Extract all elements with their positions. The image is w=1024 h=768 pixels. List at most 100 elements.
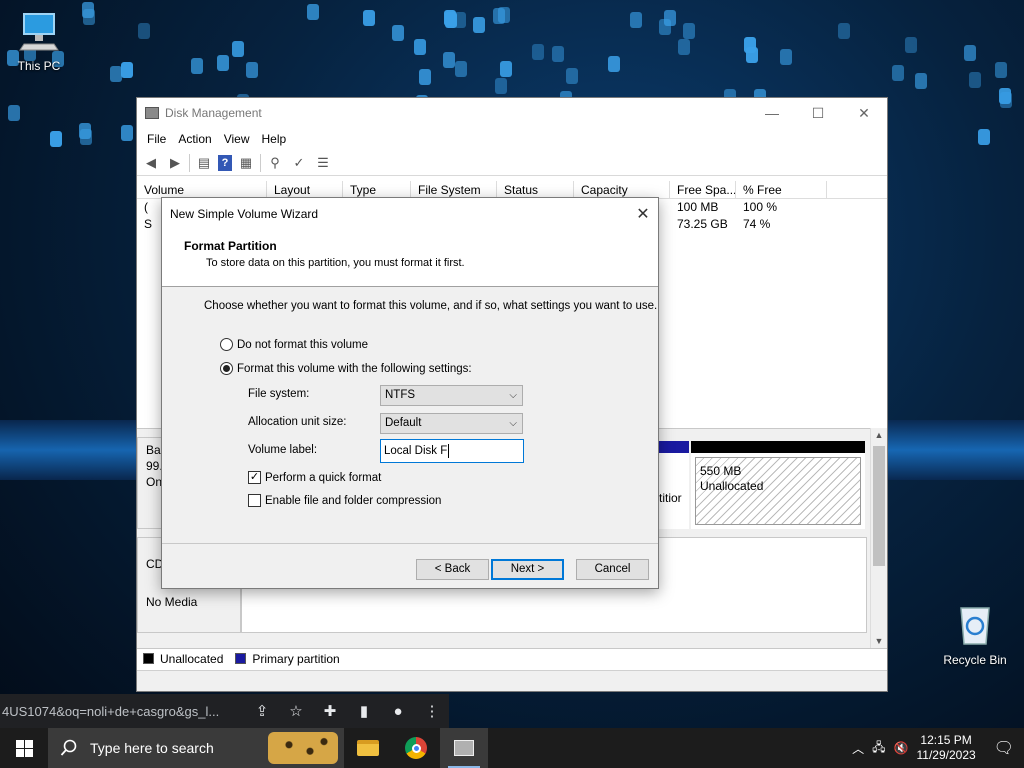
back-arrow-icon[interactable]: ◀ bbox=[141, 154, 161, 172]
taskbar-search[interactable]: Type here to search bbox=[48, 728, 344, 768]
quick-format-checkbox[interactable]: ✓ Perform a quick format bbox=[248, 471, 381, 484]
wallpaper-dot bbox=[493, 8, 505, 24]
column-header-percent-free[interactable]: % Free bbox=[736, 181, 827, 198]
scrollbar-thumb[interactable] bbox=[873, 446, 885, 566]
menu-action[interactable]: Action bbox=[172, 132, 217, 146]
column-header-layout[interactable]: Layout bbox=[267, 181, 343, 198]
close-button[interactable]: ✕ bbox=[841, 98, 887, 128]
checkbox-unchecked[interactable] bbox=[248, 494, 261, 507]
unallocated-hatch: 550 MB Unallocated bbox=[695, 457, 861, 525]
desktop-icon-this-pc[interactable]: This PC bbox=[4, 10, 74, 73]
wallpaper-dot bbox=[683, 23, 695, 39]
forward-arrow-icon[interactable]: ▶ bbox=[165, 154, 185, 172]
column-header-volume[interactable]: Volume bbox=[137, 181, 267, 198]
scroll-down-icon[interactable]: ▼ bbox=[871, 636, 887, 646]
radio-circle-selected[interactable] bbox=[220, 362, 233, 375]
properties-icon[interactable]: ▤ bbox=[194, 154, 214, 172]
column-header-status[interactable]: Status bbox=[497, 181, 574, 198]
wizard-close-button[interactable]: ✕ bbox=[628, 204, 658, 224]
wizard-subheading: To store data on this partition, you mus… bbox=[206, 257, 465, 269]
wallpaper-dot bbox=[444, 10, 456, 26]
wizard-body: Choose whether you want to format this v… bbox=[162, 288, 658, 533]
new-simple-volume-wizard: New Simple Volume Wizard ✕ Format Partit… bbox=[161, 197, 659, 589]
taskbar-chrome[interactable] bbox=[392, 728, 440, 768]
wizard-heading: Format Partition bbox=[184, 239, 277, 253]
radio-format-volume[interactable]: Format this volume with the following se… bbox=[220, 362, 472, 375]
more-menu-icon[interactable]: ⋮ bbox=[415, 702, 449, 720]
radio-do-not-format[interactable]: Do not format this volume bbox=[220, 338, 368, 351]
wallpaper-dot bbox=[443, 52, 455, 68]
chevron-down-icon: ⌵ bbox=[509, 390, 517, 401]
wallpaper-dot bbox=[552, 46, 564, 62]
column-header-capacity[interactable]: Capacity bbox=[574, 181, 670, 198]
file-system-select[interactable]: NTFS ⌵ bbox=[380, 385, 523, 406]
desktop-icon-recycle-bin[interactable]: Recycle Bin bbox=[940, 602, 1010, 667]
wallpaper-dot bbox=[905, 37, 917, 53]
wizard-separator bbox=[162, 543, 658, 544]
window-titlebar[interactable]: Disk Management — ☐ ✕ bbox=[137, 98, 887, 128]
unallocated-segment[interactable]: 550 MB Unallocated bbox=[691, 441, 865, 529]
allocation-unit-label: Allocation unit size: bbox=[248, 416, 347, 428]
wallpaper-dot bbox=[392, 25, 404, 41]
desktop-icon-label: This PC bbox=[17, 59, 61, 73]
console-icon[interactable]: ▦ bbox=[236, 154, 256, 172]
profile-icon[interactable]: ● bbox=[381, 703, 415, 720]
checkbox-checked[interactable]: ✓ bbox=[248, 471, 261, 484]
menu-view[interactable]: View bbox=[218, 132, 256, 146]
bookmark-star-icon[interactable]: ☆ bbox=[279, 702, 313, 720]
radio-circle[interactable] bbox=[220, 338, 233, 351]
next-button[interactable]: Next > bbox=[491, 559, 564, 580]
help-icon[interactable]: ? bbox=[218, 154, 232, 171]
maximize-button[interactable]: ☐ bbox=[795, 98, 841, 128]
recycle-bin-icon bbox=[960, 607, 990, 645]
network-icon[interactable]: 🖧 bbox=[872, 738, 885, 759]
minimize-button[interactable]: — bbox=[749, 98, 795, 128]
volume-label-input[interactable]: Local Disk F bbox=[380, 439, 524, 463]
column-header-file-system[interactable]: File System bbox=[411, 181, 497, 198]
compression-checkbox[interactable]: Enable file and folder compression bbox=[248, 494, 441, 507]
wallpaper-dot bbox=[83, 9, 95, 25]
primary-partition-segment[interactable]: titior bbox=[657, 441, 689, 529]
free-space: 100 MB bbox=[677, 200, 719, 214]
menu-file[interactable]: File bbox=[141, 132, 172, 146]
search-icon bbox=[60, 739, 77, 756]
check-icon[interactable]: ✓ bbox=[289, 154, 309, 172]
address-text[interactable]: 4US1074&oq=noli+de+casgro&gs_l... bbox=[0, 704, 245, 719]
cancel-button[interactable]: Cancel bbox=[576, 559, 649, 580]
wallpaper-dot bbox=[419, 69, 431, 85]
wallpaper-dot bbox=[964, 45, 976, 61]
taskbar: Type here to search ︿ 🖧 🔇 12:15 PM 11/29… bbox=[0, 728, 1024, 768]
taskbar-file-explorer[interactable] bbox=[344, 728, 392, 768]
back-button[interactable]: < Back bbox=[416, 559, 489, 580]
menu-help[interactable]: Help bbox=[256, 132, 293, 146]
list-icon[interactable]: ☰ bbox=[313, 154, 333, 172]
taskbar-disk-management[interactable] bbox=[440, 728, 488, 768]
share-icon[interactable]: ⇪ bbox=[245, 702, 279, 720]
menu-bar: File Action View Help bbox=[137, 128, 887, 150]
toolbar: ◀ ▶ ▤ ? ▦ ⚲ ✓ ☰ bbox=[137, 150, 887, 176]
chevron-up-icon[interactable]: ︿ bbox=[852, 740, 864, 757]
partition-label: titior bbox=[659, 491, 682, 505]
wizard-titlebar[interactable]: New Simple Volume Wizard ✕ bbox=[162, 198, 658, 229]
unallocated-label: Unallocated bbox=[700, 479, 764, 493]
scroll-up-icon[interactable]: ▲ bbox=[871, 430, 887, 440]
browser-address-strip: 4US1074&oq=noli+de+casgro&gs_l... ⇪ ☆ ✚ … bbox=[0, 694, 449, 728]
clock[interactable]: 12:15 PM 11/29/2023 bbox=[917, 733, 976, 763]
notification-icon[interactable]: 🗨 bbox=[994, 738, 1014, 758]
allocation-unit-select[interactable]: Default ⌵ bbox=[380, 413, 523, 434]
percent-free: 100 % bbox=[743, 200, 778, 214]
column-header-type[interactable]: Type bbox=[343, 181, 411, 198]
wallpaper-dot bbox=[1000, 92, 1012, 108]
toolbar-separator bbox=[189, 153, 190, 172]
disk-map-scrollbar[interactable]: ▲ ▼ bbox=[870, 428, 887, 648]
extensions-puzzle-icon[interactable]: ✚ bbox=[313, 702, 347, 720]
side-panel-icon[interactable]: ▮ bbox=[347, 702, 381, 720]
column-header-free-space[interactable]: Free Spa... bbox=[670, 181, 736, 198]
start-button[interactable] bbox=[0, 728, 48, 768]
wallpaper-dot bbox=[80, 129, 92, 145]
volume-label-value: Local Disk F bbox=[384, 445, 448, 457]
checkbox-label: Perform a quick format bbox=[265, 471, 382, 484]
connect-icon[interactable]: ⚲ bbox=[265, 154, 285, 172]
radio-label: Format this volume with the following se… bbox=[237, 362, 472, 375]
volume-muted-icon[interactable]: 🔇 bbox=[894, 741, 909, 755]
